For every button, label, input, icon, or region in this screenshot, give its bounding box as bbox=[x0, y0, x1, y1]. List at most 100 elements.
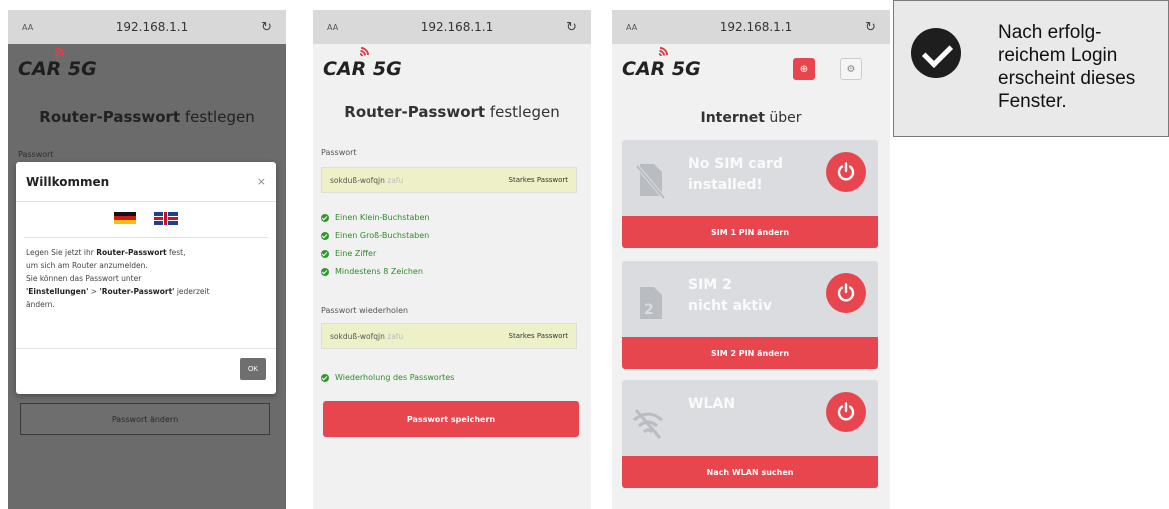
card-line: WLAN bbox=[688, 396, 735, 412]
wlan-card: WLAN Nach WLAN suchen bbox=[622, 380, 878, 488]
rule-text: Einen Groß-Buchstaben bbox=[335, 231, 430, 240]
modal-text-bold: 'Router-Passwort' bbox=[99, 287, 175, 296]
sim2-pin-button[interactable]: SIM 2 PIN ändern bbox=[622, 337, 878, 369]
info-text: Nach erfolg- reichem Login erscheint die… bbox=[998, 21, 1135, 113]
globe-icon: ⊕ bbox=[799, 63, 809, 75]
screen-welcome: AA 192.168.1.1 ↻ CAR 5G Router-Passwort … bbox=[8, 10, 286, 509]
modal-text: fest, bbox=[166, 248, 186, 257]
signal-icon bbox=[648, 43, 672, 67]
card-line: No SIM card bbox=[688, 156, 783, 172]
power-icon bbox=[837, 162, 855, 181]
card-status: No SIM card installed! bbox=[688, 154, 783, 196]
repeat-rule: Wiederholung des Passwortes bbox=[321, 369, 454, 387]
power-icon bbox=[837, 402, 855, 421]
page-title-bold: Router-Passwort bbox=[344, 103, 486, 121]
page-title-bold: Router-Passwort bbox=[39, 108, 181, 126]
gear-icon: ⚙ bbox=[846, 63, 856, 75]
settings-button[interactable]: ⚙ bbox=[840, 58, 862, 80]
card-status: WLAN bbox=[688, 394, 735, 415]
strength-label: Starkes Passwort bbox=[508, 176, 568, 184]
screen-set-password: AA 192.168.1.1 ↻ CAR 5G Router-Passwort … bbox=[313, 10, 591, 509]
url-field[interactable]: 192.168.1.1 bbox=[656, 20, 856, 34]
screen-internet: AA 192.168.1.1 ↻ CAR 5G ⊕ ⚙ Internet übe… bbox=[612, 10, 890, 509]
repeat-value: sokduß-wofqjn bbox=[330, 331, 385, 341]
password-field[interactable]: sokduß-wofqjn zafu Starkes Passwort bbox=[321, 167, 577, 193]
rule-item: Wiederholung des Passwortes bbox=[321, 369, 454, 387]
page-title: Router-Passwort festlegen bbox=[8, 108, 286, 126]
page-title-rest: über bbox=[764, 110, 802, 126]
password-rules: Einen Klein-Buchstaben Einen Groß-Buchst… bbox=[321, 209, 429, 281]
modal-text: > bbox=[88, 287, 100, 296]
ok-button[interactable]: OK bbox=[240, 358, 266, 380]
sim2-power-button[interactable] bbox=[826, 273, 866, 313]
change-password-button[interactable]: Passwort ändern bbox=[20, 403, 270, 435]
rule-text: Eine Ziffer bbox=[335, 249, 377, 258]
signal-icon bbox=[349, 43, 373, 67]
modal-text: ändern. bbox=[26, 300, 55, 309]
sim1-card: No SIM card installed! SIM 1 PIN ändern bbox=[622, 140, 878, 248]
card-line: nicht aktiv bbox=[688, 298, 772, 314]
no-sim-icon bbox=[635, 164, 666, 200]
page-title-rest: festlegen bbox=[180, 108, 255, 126]
reload-icon[interactable]: ↻ bbox=[252, 20, 272, 35]
logo: CAR 5G bbox=[622, 43, 701, 80]
power-icon bbox=[837, 283, 855, 302]
check-icon bbox=[321, 374, 329, 382]
modal-text: Legen Sie jetzt ihr bbox=[26, 248, 97, 257]
wlan-search-button[interactable]: Nach WLAN suchen bbox=[622, 456, 878, 488]
page-title: Router-Passwort festlegen bbox=[313, 103, 591, 121]
sim1-pin-button[interactable]: SIM 1 PIN ändern bbox=[622, 216, 878, 248]
modal-text: Sie können das Passwort unter bbox=[26, 274, 142, 283]
check-icon bbox=[321, 268, 329, 276]
modal-title: Willkommen bbox=[26, 174, 110, 189]
modal-text: jederzeit bbox=[174, 287, 210, 296]
text-size-button[interactable]: AA bbox=[22, 23, 52, 32]
save-password-button[interactable]: Passwort speichern bbox=[323, 401, 579, 437]
info-callout: Nach erfolg- reichem Login erscheint die… bbox=[893, 0, 1169, 137]
wlan-power-button[interactable] bbox=[826, 392, 866, 432]
text-size-button[interactable]: AA bbox=[327, 23, 357, 32]
url-field[interactable]: 192.168.1.1 bbox=[357, 20, 557, 34]
repeat-password-field[interactable]: sokduß-wofqjn zafu Starkes Passwort bbox=[321, 323, 577, 349]
sim-2-icon: 2 bbox=[640, 287, 662, 319]
reload-icon[interactable]: ↻ bbox=[557, 20, 577, 35]
modal-text-bold: 'Einstellungen' bbox=[26, 287, 89, 296]
sim1-power-button[interactable] bbox=[826, 152, 866, 192]
repeat-password-label: Passwort wiederholen bbox=[321, 306, 409, 315]
german-flag-icon[interactable] bbox=[114, 212, 136, 224]
sim2-card: 2 SIM 2 nicht aktiv SIM 2 PIN ändern bbox=[622, 261, 878, 369]
logo: CAR 5G bbox=[323, 43, 402, 80]
url-field[interactable]: 192.168.1.1 bbox=[52, 20, 252, 34]
checkmark-icon bbox=[911, 28, 961, 78]
info-line: Fenster. bbox=[998, 91, 1067, 112]
page-title-bold: Internet bbox=[700, 110, 765, 126]
password-label: Passwort bbox=[18, 150, 54, 159]
browser-bar: AA 192.168.1.1 ↻ bbox=[612, 10, 890, 44]
uk-flag-icon[interactable] bbox=[154, 212, 178, 225]
svg-text:2: 2 bbox=[644, 302, 654, 318]
close-icon[interactable]: × bbox=[257, 175, 266, 188]
check-icon bbox=[321, 250, 329, 258]
welcome-modal: Willkommen × Legen Sie jetzt ihr Router-… bbox=[16, 162, 276, 394]
text-size-button[interactable]: AA bbox=[626, 23, 656, 32]
rule-item: Mindestens 8 Zeichen bbox=[321, 263, 429, 281]
logo: CAR 5G bbox=[18, 43, 97, 80]
browser-bar: AA 192.168.1.1 ↻ bbox=[8, 10, 286, 44]
card-line: installed! bbox=[688, 177, 763, 193]
reload-icon[interactable]: ↻ bbox=[856, 20, 876, 35]
modal-text: um sich am Router anzumelden. bbox=[26, 261, 148, 270]
rule-text: Mindestens 8 Zeichen bbox=[335, 267, 423, 276]
signal-icon bbox=[44, 43, 68, 67]
strength-label: Starkes Passwort bbox=[508, 332, 568, 340]
rule-item: Eine Ziffer bbox=[321, 245, 429, 263]
info-line: erscheint dieses bbox=[998, 68, 1136, 89]
page-title: Internet über bbox=[612, 110, 890, 126]
rule-item: Einen Groß-Buchstaben bbox=[321, 227, 429, 245]
password-label: Passwort bbox=[321, 148, 357, 157]
page-title-rest: festlegen bbox=[485, 103, 560, 121]
globe-button[interactable]: ⊕ bbox=[793, 58, 815, 80]
rule-text: Einen Klein-Buchstaben bbox=[335, 213, 430, 222]
password-value: sokduß-wofqjn bbox=[330, 175, 385, 185]
modal-body: Legen Sie jetzt ihr Router-Passwort fest… bbox=[16, 238, 276, 319]
modal-footer: OK bbox=[16, 348, 276, 394]
